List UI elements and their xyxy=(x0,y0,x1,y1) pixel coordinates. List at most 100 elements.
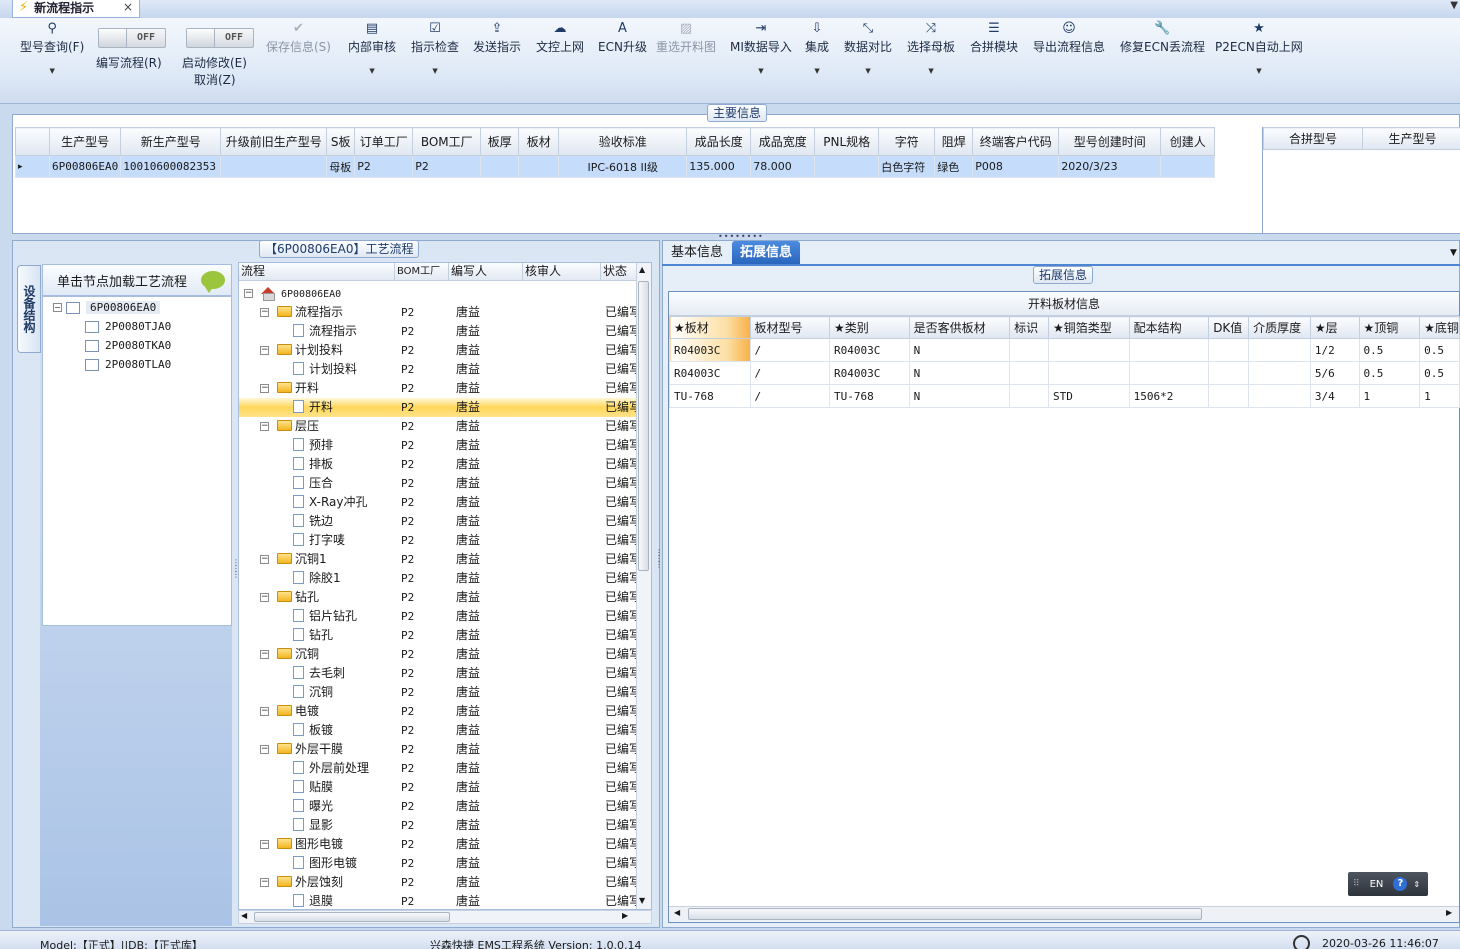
table-cell[interactable]: 白色字符 xyxy=(878,155,936,178)
process-step-row[interactable]: 沉铜P2唐益已编写 xyxy=(239,683,637,702)
column-header[interactable]: BOM工厂 xyxy=(412,127,482,156)
ime-menu-icon[interactable]: ⇕ xyxy=(1413,880,1420,889)
scroll-left-icon[interactable]: ◀ xyxy=(674,908,680,917)
column-header[interactable]: 生产型号 xyxy=(48,127,122,156)
model-query-button[interactable]: ⚲ 型号查询(F) ▼ xyxy=(20,20,84,75)
table-cell[interactable]: R04003C xyxy=(669,361,751,385)
table-cell[interactable]: / xyxy=(749,361,831,385)
scroll-down-icon[interactable]: ▼ xyxy=(639,896,645,905)
column-header[interactable]: 标识 xyxy=(1009,316,1049,339)
table-cell[interactable]: TU-768 xyxy=(829,384,910,408)
process-step-row[interactable]: 压合P2唐益已编写 xyxy=(239,474,637,493)
collapse-icon[interactable]: − xyxy=(53,303,62,312)
tree-node[interactable]: 2P0080TKA0 xyxy=(85,339,171,352)
collapse-icon[interactable]: − xyxy=(260,308,269,317)
column-header[interactable]: ★铜箔类型 xyxy=(1047,316,1130,339)
process-folder-row[interactable]: −钻孔P2唐益已编写 xyxy=(239,588,637,607)
table-cell[interactable] xyxy=(1047,338,1130,362)
cancel-button[interactable]: 取消(Z) xyxy=(194,71,236,88)
data-compare-button[interactable]: ⤡ 数据对比 ▼ xyxy=(844,20,892,75)
tree-root-row[interactable]: − 6P00806EA0 xyxy=(239,284,637,303)
edit-flow-toggle[interactable]: OFF xyxy=(98,28,166,48)
scroll-up-icon[interactable]: ▲ xyxy=(639,265,645,274)
column-header[interactable]: 阻焊 xyxy=(934,127,974,156)
table-row[interactable]: R04003C / R04003C N 1/2 0.5 0.5 xyxy=(669,338,1460,362)
table-cell[interactable] xyxy=(480,155,520,178)
table-cell[interactable] xyxy=(1009,361,1049,385)
scroll-right-icon[interactable]: ▶ xyxy=(622,911,628,920)
column-header[interactable]: ★顶铜 xyxy=(1358,316,1421,339)
column-header[interactable]: 板厚 xyxy=(480,127,520,156)
table-cell[interactable] xyxy=(1128,338,1210,362)
column-header[interactable]: 型号创建时间 xyxy=(1058,127,1162,156)
table-cell[interactable] xyxy=(1047,361,1130,385)
close-tab-icon[interactable]: × xyxy=(123,0,133,14)
column-header[interactable]: 是否客供板材 xyxy=(908,316,1011,339)
dropdown-arrow-icon[interactable]: ▼ xyxy=(369,67,374,75)
table-cell[interactable]: STD xyxy=(1047,384,1130,408)
export-flow-info-button[interactable]: ☺ 导出流程信息 xyxy=(1033,20,1105,55)
process-step-row[interactable]: 打字唛P2唐益已编写 xyxy=(239,531,637,550)
table-cell[interactable]: / xyxy=(749,338,831,362)
column-header[interactable]: 验收标准 xyxy=(558,127,688,156)
column-header[interactable]: DK值 xyxy=(1208,316,1250,339)
table-cell[interactable]: 1506*2 xyxy=(1128,384,1210,408)
dropdown-arrow-icon[interactable]: ▼ xyxy=(928,67,933,75)
column-header[interactable]: 核审人 xyxy=(523,263,601,280)
column-header[interactable]: 生产型号 xyxy=(1362,127,1460,150)
process-step-row[interactable]: 排板P2唐益已编写 xyxy=(239,455,637,474)
scrollbar-thumb[interactable] xyxy=(638,281,649,571)
scroll-right-icon[interactable]: ▶ xyxy=(1446,908,1452,917)
process-step-row[interactable]: 开料P2唐益已编写 xyxy=(239,398,637,417)
table-cell[interactable]: IPC-6018 II级 xyxy=(558,155,688,178)
column-header[interactable]: 状态 xyxy=(601,263,637,280)
dropdown-arrow-icon[interactable]: ▼ xyxy=(865,67,870,75)
table-row[interactable]: TU-768/TU-768 N STD 1506*2 3/4 1 1 xyxy=(669,384,1460,408)
dropdown-arrow-icon[interactable]: ▼ xyxy=(1256,67,1261,75)
scroll-left-icon[interactable]: ◀ xyxy=(241,911,247,920)
collapse-icon[interactable]: − xyxy=(260,745,269,754)
process-step-row[interactable]: 外层前处理P2唐益已编写 xyxy=(239,759,637,778)
process-step-row[interactable]: 曝光P2唐益已编写 xyxy=(239,797,637,816)
splitter-handle[interactable]: •••••••• xyxy=(718,233,763,241)
table-cell[interactable]: 1 xyxy=(1419,384,1460,408)
help-icon[interactable]: ? xyxy=(1393,877,1408,891)
dropdown-arrow-icon[interactable]: ▼ xyxy=(814,67,819,75)
process-step-row[interactable]: 钻孔P2唐益已编写 xyxy=(239,626,637,645)
process-folder-row[interactable]: −外层蚀刻P2唐益已编写 xyxy=(239,873,637,892)
process-folder-row[interactable]: −外层干膜P2唐益已编写 xyxy=(239,740,637,759)
tree-node-root[interactable]: − 6P00806EA0 xyxy=(53,301,161,314)
table-cell[interactable]: 5/6 xyxy=(1309,361,1360,385)
instruction-check-button[interactable]: ☑ 指示检查 ▼ xyxy=(411,20,459,75)
column-header[interactable]: ★层 xyxy=(1309,316,1360,339)
table-cell[interactable]: / xyxy=(749,384,831,408)
column-header[interactable]: ★底铜 xyxy=(1419,316,1460,339)
table-cell[interactable] xyxy=(814,155,880,178)
collapse-icon[interactable]: − xyxy=(260,593,269,602)
column-header[interactable]: 成品长度 xyxy=(686,127,752,156)
save-info-button[interactable]: ✔ 保存信息(S) xyxy=(266,20,331,55)
process-folder-row[interactable]: −计划投料P2唐益已编写 xyxy=(239,341,637,360)
process-step-row[interactable]: 图形电镀P2唐益已编写 xyxy=(239,854,637,873)
ime-toolbar[interactable]: ⠿ EN ? ⇕ xyxy=(1348,872,1428,896)
splitter-handle[interactable]: ⋮ ⋮ ⋮ xyxy=(655,549,663,569)
table-row[interactable]: R04003C / R04003C N 5/6 0.5 0.5 xyxy=(669,361,1460,385)
table-cell[interactable] xyxy=(1009,338,1049,362)
table-cell[interactable] xyxy=(1208,338,1250,362)
column-header[interactable]: 板材型号 xyxy=(749,316,831,339)
column-header[interactable]: 合拼型号 xyxy=(1263,127,1363,150)
table-cell[interactable]: 3/4 xyxy=(1309,384,1360,408)
table-cell[interactable]: 2020/3/23 xyxy=(1058,155,1162,178)
process-step-row[interactable]: 预排P2唐益已编写 xyxy=(239,436,637,455)
tree-node[interactable]: 2P0080TLA0 xyxy=(85,358,171,371)
tab-extended-info[interactable]: 拓展信息 xyxy=(732,241,800,265)
table-cell[interactable]: N xyxy=(908,361,1011,385)
dropdown-arrow-icon[interactable]: ▼ xyxy=(758,67,763,75)
grip-icon[interactable]: ⠿ xyxy=(1353,879,1360,889)
chevron-down-icon[interactable]: ▼ xyxy=(1450,248,1457,258)
table-cell[interactable]: 绿色 xyxy=(934,155,974,178)
table-cell[interactable]: P008 xyxy=(972,155,1060,178)
integrate-button[interactable]: ⇩ 集成 ▼ xyxy=(805,20,829,75)
ecn-upgrade-button[interactable]: A ECN升级 xyxy=(598,20,647,55)
collapse-icon[interactable]: − xyxy=(260,840,269,849)
